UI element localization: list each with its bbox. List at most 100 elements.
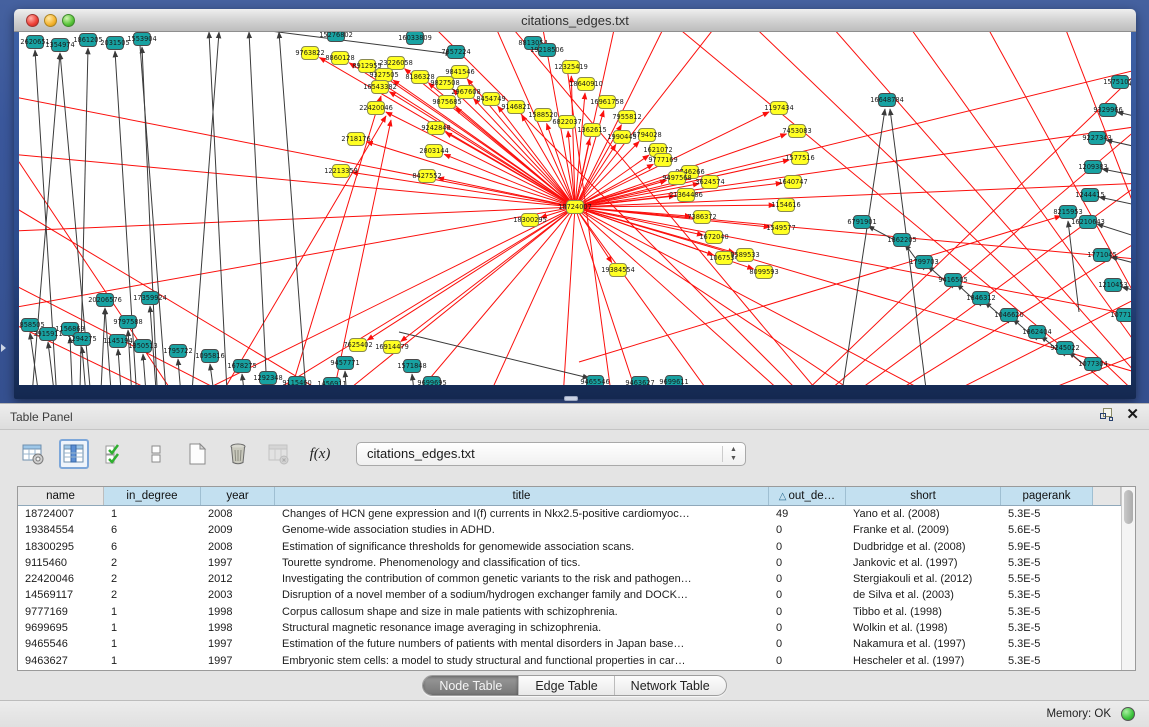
graph-node[interactable]: 9329966	[1093, 104, 1122, 117]
graph-node[interactable]: 15751074	[1103, 76, 1131, 89]
graph-node[interactable]: 1571848	[397, 360, 426, 373]
collapsed-panel-arrow-icon[interactable]	[1, 344, 6, 352]
graph-node[interactable]: 16210643	[1071, 216, 1105, 229]
graph-node[interactable]: 9227343	[1082, 132, 1111, 145]
table-settings-icon[interactable]	[18, 439, 48, 469]
column-header-out_de[interactable]: △out_de…	[769, 487, 846, 505]
graph-node[interactable]: 9875685	[432, 96, 461, 109]
network-view-window[interactable]: citations_edges.txt 97638228860128891295…	[14, 9, 1136, 399]
graph-node[interactable]: 9699695	[417, 377, 446, 386]
graph-node[interactable]: 1095816	[195, 350, 224, 363]
column-header-title[interactable]: title	[275, 487, 769, 505]
graph-node[interactable]: 1672040	[699, 231, 728, 244]
graph-node[interactable]: 1640747	[778, 176, 807, 189]
graph-node[interactable]: 8427552	[412, 170, 441, 183]
graph-node[interactable]: 1046620	[994, 309, 1023, 322]
new-table-icon[interactable]	[182, 439, 212, 469]
graph-node[interactable]: 1799703	[909, 256, 938, 269]
table-row[interactable]: 1872400712008Changes of HCN gene express…	[18, 506, 1121, 522]
delete-table-icon[interactable]	[264, 439, 294, 469]
column-header-pagerank[interactable]: pagerank	[1001, 487, 1093, 505]
graph-node[interactable]: 1077103	[1110, 309, 1131, 322]
graph-node[interactable]: 9146821	[501, 101, 530, 114]
table-selector-dropdown[interactable]: citations_edges.txt ▲▼	[356, 442, 746, 466]
close-panel-icon[interactable]: ✕	[1126, 408, 1139, 422]
graph-node[interactable]: 1795722	[163, 345, 192, 358]
graph-node[interactable]: 7625402	[343, 339, 372, 352]
graph-node[interactable]: 1678275	[227, 360, 256, 373]
column-header-short[interactable]: short	[846, 487, 1001, 505]
table-row[interactable]: 977716911998Corpus callosum shape and si…	[18, 604, 1121, 620]
table-row[interactable]: 1938455462009Genome-wide association stu…	[18, 522, 1121, 538]
column-header-year[interactable]: year	[201, 487, 275, 505]
graph-node[interactable]: 8099593	[749, 266, 778, 279]
graph-node[interactable]: 1862205	[887, 234, 916, 247]
graph-node[interactable]: 6791901	[847, 216, 876, 229]
graph-node[interactable]: 12213359	[324, 165, 358, 178]
graph-node[interactable]: 16961758	[590, 96, 624, 109]
graph-node[interactable]: 1861205	[73, 34, 102, 47]
table-row[interactable]: 946554611997Estimation of the future num…	[18, 636, 1121, 652]
panel-splitter-handle[interactable]	[564, 396, 578, 401]
graph-node[interactable]: 8860128	[325, 52, 354, 65]
graph-node[interactable]: 17359924	[133, 292, 167, 305]
table-row[interactable]: 1830029562008Estimation of significance …	[18, 539, 1121, 555]
graph-node[interactable]: 6794028	[632, 129, 661, 142]
graph-node[interactable]: 1846312	[966, 292, 995, 305]
function-builder-icon[interactable]: f(x)	[305, 439, 335, 469]
table-row[interactable]: 946362711997Embryonic stem cells: a mode…	[18, 653, 1121, 669]
graph-node[interactable]: 9327505	[369, 69, 398, 82]
table-row[interactable]: 1456911722003Disruption of a novel membe…	[18, 587, 1121, 603]
float-panel-icon[interactable]	[1100, 408, 1114, 422]
graph-node[interactable]: 1456911	[317, 378, 346, 386]
table-row[interactable]: 2242004622012Investigating the contribut…	[18, 571, 1121, 587]
graph-node[interactable]: 16648784	[870, 94, 904, 107]
graph-node[interactable]: 1210453	[1098, 279, 1127, 292]
graph-node[interactable]: 19384554	[601, 264, 635, 277]
network-graph[interactable]: 9763822886012889129552322605893275058186…	[19, 32, 1131, 385]
select-all-icon[interactable]	[100, 439, 130, 469]
graph-node[interactable]: 1244415	[1075, 189, 1104, 202]
graph-node[interactable]: 1862404	[1022, 326, 1051, 339]
rows-icon[interactable]	[141, 439, 171, 469]
graph-node[interactable]: 9245022	[1050, 342, 1079, 355]
graph-node[interactable]: 1771045	[1087, 249, 1116, 262]
table-scrollbar[interactable]	[1121, 487, 1135, 670]
graph-node[interactable]: 1209383	[1078, 161, 1107, 174]
graph-node[interactable]: 1294275	[67, 333, 96, 346]
column-header-in_degree[interactable]: in_degree	[104, 487, 201, 505]
tab-node-table[interactable]: Node Table	[423, 676, 519, 695]
graph-node[interactable]: 7857224	[441, 46, 470, 59]
network-window-titlebar[interactable]: citations_edges.txt	[14, 9, 1136, 32]
table-scrollbar-thumb[interactable]	[1124, 490, 1133, 524]
graph-node[interactable]: 15276802	[319, 32, 353, 42]
graph-node[interactable]: 2031505	[100, 37, 129, 50]
column-header-name[interactable]: name	[18, 487, 104, 505]
graph-node[interactable]: 18300295	[513, 214, 547, 227]
graph-node[interactable]: 18640910	[569, 78, 603, 91]
graph-node[interactable]: 9699611	[659, 376, 688, 386]
table-row[interactable]: 969969511998Structural magnetic resonanc…	[18, 620, 1121, 636]
tab-network-table[interactable]: Network Table	[615, 676, 726, 695]
graph-node[interactable]: 16543382	[363, 81, 397, 94]
graph-node[interactable]: 23226058	[379, 57, 413, 70]
graph-node[interactable]: 9463627	[625, 377, 654, 386]
graph-node[interactable]: 9797588	[113, 316, 142, 329]
network-canvas[interactable]: 9763822886012889129552322605893275058186…	[19, 32, 1131, 385]
graph-node[interactable]: 9457771	[330, 357, 359, 370]
graph-node[interactable]: 21364486	[669, 189, 703, 202]
graph-node[interactable]: 16033809	[398, 32, 432, 45]
graph-node[interactable]: 2803144	[419, 145, 448, 158]
select-columns-icon[interactable]	[59, 439, 89, 469]
graph-node[interactable]: 16914479	[375, 341, 409, 354]
table-row[interactable]: 911546021997Tourette syndrome. Phenomeno…	[18, 555, 1121, 571]
graph-node[interactable]: 1549577	[766, 222, 795, 235]
tab-edge-table[interactable]: Edge Table	[519, 676, 614, 695]
delete-attribute-icon[interactable]	[223, 439, 253, 469]
graph-node[interactable]: 1354974	[45, 39, 74, 52]
graph-node[interactable]: 1292348	[253, 372, 282, 385]
graph-node[interactable]: 20206576	[88, 294, 122, 307]
graph-node[interactable]: 9115460	[282, 377, 311, 386]
graph-node[interactable]: 12325419	[554, 61, 588, 74]
graph-node[interactable]: 1154616	[771, 199, 800, 212]
